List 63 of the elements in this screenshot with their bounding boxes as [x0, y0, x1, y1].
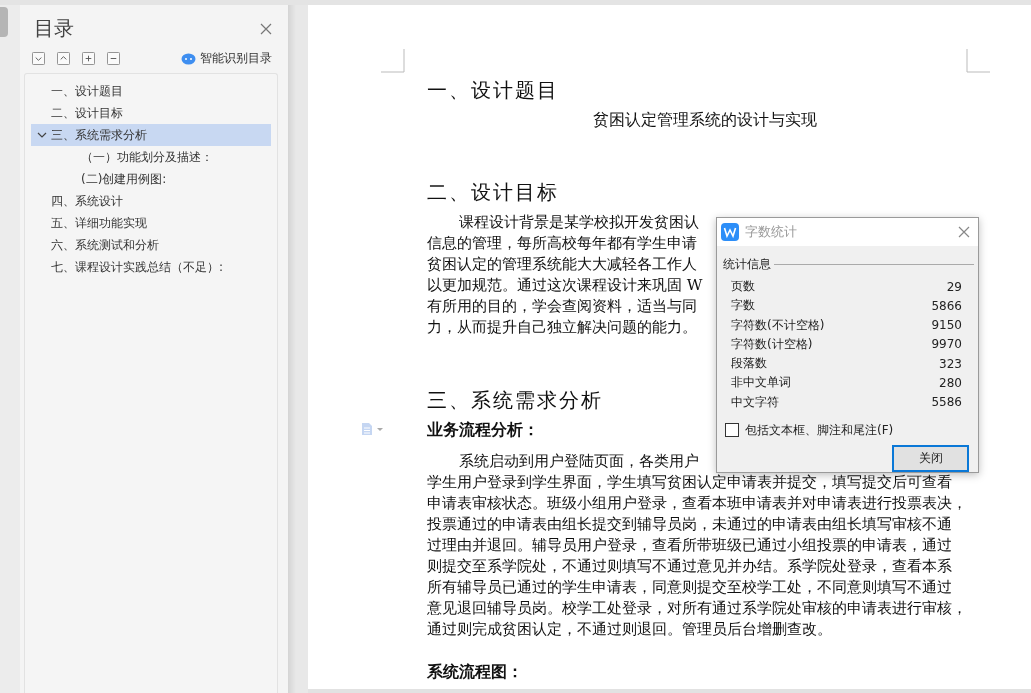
text-line: 贫困认定的管理系统能大大减轻各工作人 [427, 254, 697, 275]
stat-label: 字符数(计空格) [731, 335, 813, 353]
text-line: 以更加规范。通过这次课程设计来巩固 W [427, 275, 703, 296]
stat-label: 中文字符 [731, 393, 779, 411]
expand-icon[interactable] [57, 52, 70, 65]
stat-label: 非中文单词 [731, 374, 791, 392]
smart-toc-button[interactable]: 智能识别目录 [181, 50, 272, 67]
toc-item[interactable]: 五、详细功能实现 [31, 212, 271, 234]
close-button[interactable]: 关闭 [892, 444, 969, 472]
group-label: 统计信息 [723, 255, 771, 273]
checkbox-label: 包括文本框、脚注和尾注(F) [745, 421, 894, 439]
toc-item[interactable]: （一）功能划分及描述： [31, 146, 271, 168]
stat-value: 323 [939, 356, 962, 371]
text-line: 有所用的目的，学会查阅资料，适当与同 [427, 296, 697, 317]
subheading: 系统流程图： [427, 662, 523, 681]
text-line: 投票通过的申请表由组长提交到辅导员岗，未通过的申请表由组长填写审核不通 [427, 514, 952, 535]
section-heading: 三、系统需求分析 [427, 388, 603, 412]
stat-label: 字符数(不计空格) [731, 316, 825, 334]
stat-value: 5866 [931, 298, 962, 313]
text-line: 意见退回辅导员岗。校学工处登录，对所有通过系学院处审核的申请表进行审核， [427, 598, 967, 619]
toc-item[interactable]: (二)创建用例图: [31, 168, 271, 190]
toc-item[interactable]: 六、系统测试和分析 [31, 234, 271, 256]
scroll-thumb[interactable] [0, 7, 8, 37]
plus-icon[interactable] [82, 52, 95, 65]
panel-title: 目录 [34, 15, 74, 42]
toc-item[interactable]: 二、设计目标 [31, 102, 271, 124]
text-line: 所有辅导员已通过的学生申请表，同意则提交至校学工处，不同意则填写不通过 [427, 577, 952, 598]
text-line: 力，从而提升自己独立解决问题的能力。 [427, 317, 697, 338]
collapse-icon[interactable] [32, 52, 45, 65]
cloud-icon [181, 52, 196, 65]
app-icon [721, 222, 739, 241]
text-line: 通过则完成贫困认定，不通过则退回。管理员后台增删查改。 [427, 619, 832, 640]
stat-label: 页数 [731, 278, 755, 296]
stat-label: 字数 [731, 297, 755, 315]
close-icon[interactable] [958, 225, 970, 238]
section-heading: 一、设计题目 [427, 78, 559, 102]
dialog-title: 字数统计 [745, 222, 797, 241]
close-icon[interactable] [260, 22, 272, 35]
corner-mark [381, 49, 405, 73]
stat-value: 29 [946, 279, 962, 294]
stat-value: 9150 [931, 318, 962, 333]
toc-item[interactable]: 四、系统设计 [31, 190, 271, 212]
stat-label: 段落数 [731, 355, 767, 373]
subheading: 业务流程分析： [427, 420, 539, 439]
document-title: 贫困认定管理系统的设计与实现 [591, 110, 818, 130]
text-line: 申请表审核状态。班级小组用户登录，查看本班申请表并对申请表进行投票表决， [427, 493, 967, 514]
text-line: 过理由并退回。辅导员用户登录，查看所带班级已通过小组投票的申请表，通过 [427, 535, 952, 556]
chevron-icon[interactable] [37, 130, 47, 140]
checkbox[interactable] [725, 423, 739, 438]
toc-item[interactable]: 七、课程设计实践总结（不足）: [31, 256, 271, 278]
stat-value: 9970 [931, 337, 962, 352]
toc-item[interactable]: 一、设计题目 [31, 80, 271, 102]
stat-value: 280 [939, 375, 962, 390]
minus-icon[interactable] [107, 52, 120, 65]
text-line: 课程设计背景是某学校拟开发贫困认 [458, 212, 699, 233]
text-line: 学生用户登录到学生界面，学生填写贫困认定申请表并提交，填写提交后可查看 [427, 472, 952, 493]
text-line: 信息的管理，每所高校每年都有学生申请 [427, 233, 697, 254]
section-heading: 二、设计目标 [427, 180, 559, 204]
text-line: 则提交至系学院处，不通过则填写不通过意见并办结。系学院处登录，查看本系 [427, 556, 952, 577]
text-line: 系统启动到用户登陆页面，各类用户 [458, 451, 699, 472]
corner-mark [966, 49, 990, 73]
toc-item[interactable]: 三、系统需求分析 [31, 124, 271, 146]
stat-value: 5586 [931, 395, 962, 410]
